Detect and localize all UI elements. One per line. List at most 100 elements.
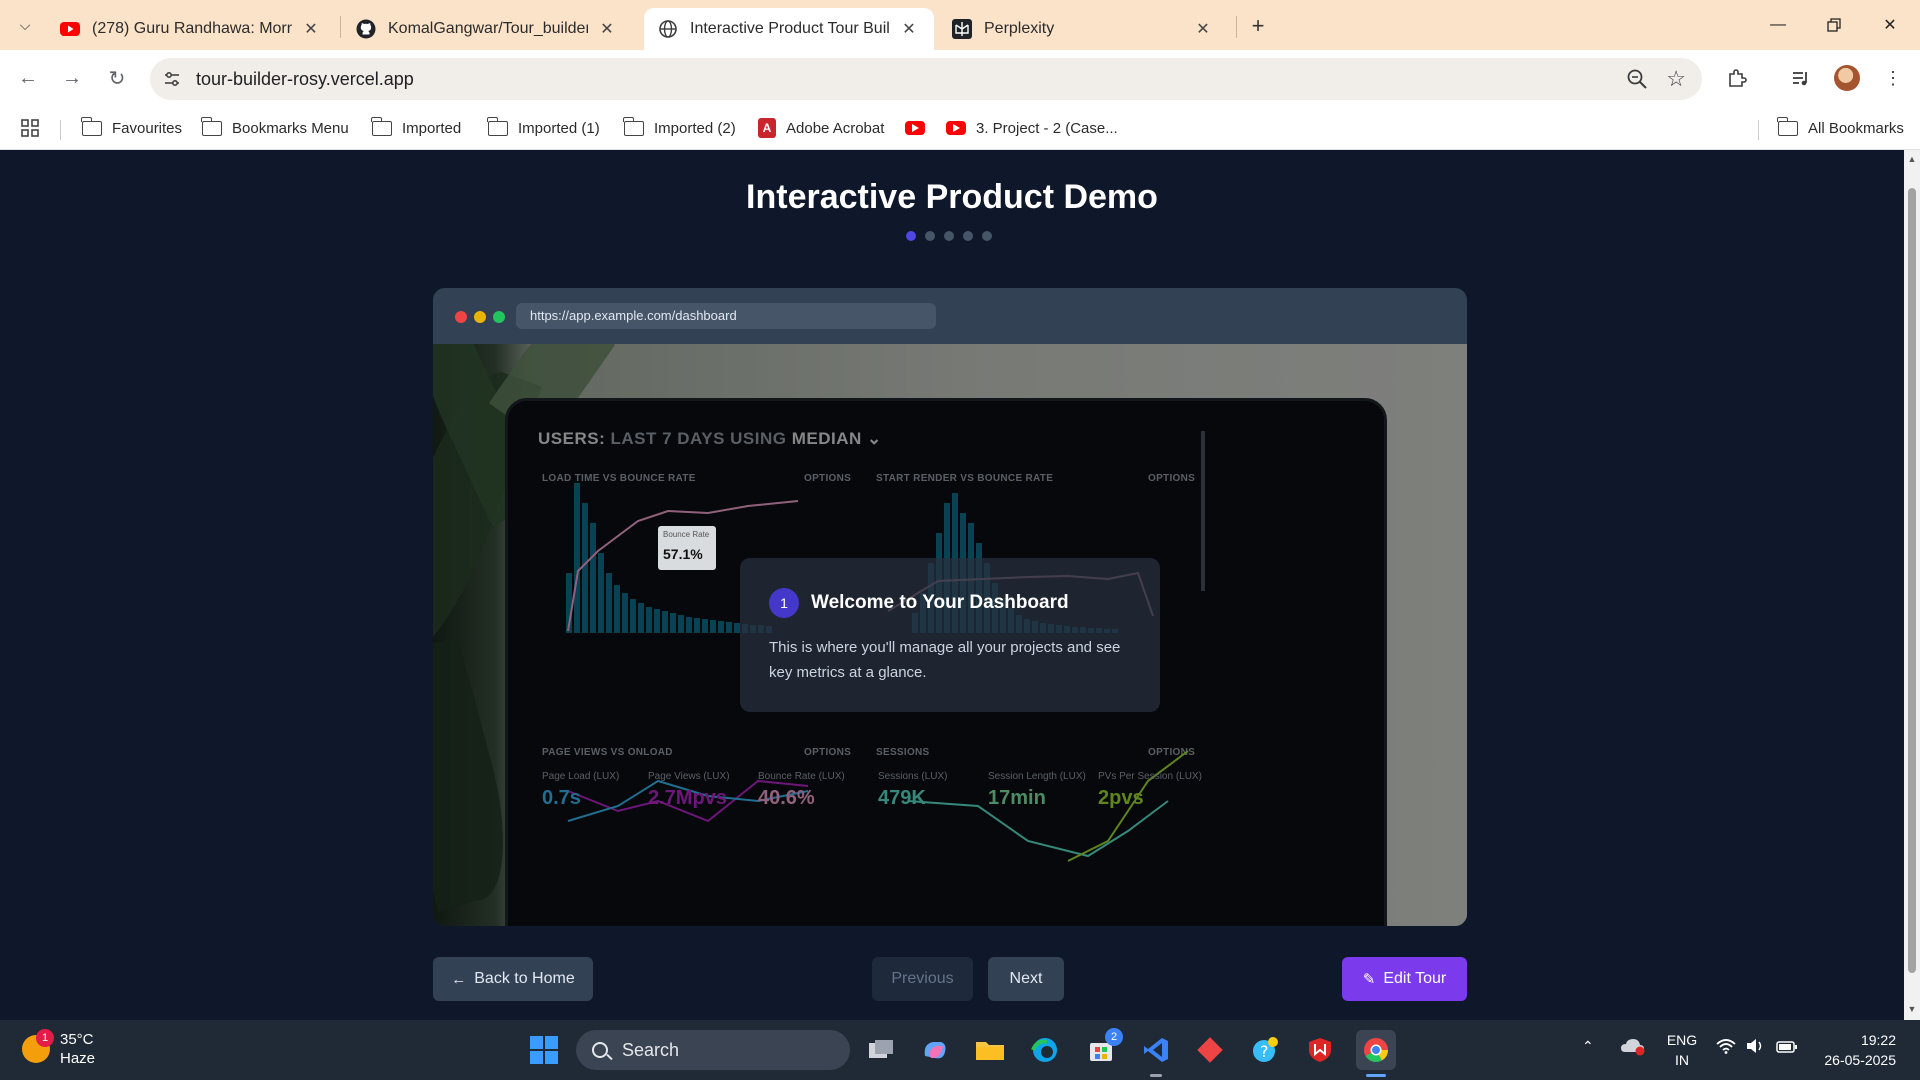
scroll-up-arrow[interactable]: ▲ (1907, 154, 1917, 164)
media-controls-button[interactable] (1786, 63, 1816, 93)
tab-youtube[interactable]: (278) Guru Randhawa: Morni Ba ✕ (46, 8, 336, 50)
step-title: Welcome to Your Dashboard (811, 592, 1069, 613)
bookmark-imported-1[interactable]: Imported (1) (487, 115, 600, 141)
store-button[interactable]: 2 (1081, 1028, 1123, 1070)
volume-button[interactable] (1746, 1038, 1764, 1057)
previous-button[interactable]: Previous (872, 957, 973, 1001)
site-info-icon[interactable] (162, 69, 182, 89)
bookmark-label: All Bookmarks (1808, 119, 1904, 137)
show-hidden-icons[interactable]: ⌃ (1582, 1038, 1594, 1055)
profile-avatar[interactable] (1834, 65, 1860, 91)
bookmark-bookmarks-menu[interactable]: Bookmarks Menu (201, 115, 349, 141)
file-explorer-button[interactable] (970, 1030, 1010, 1070)
media-queue-icon (1793, 72, 1807, 86)
folder-icon (487, 116, 508, 136)
all-bookmarks-button[interactable]: All Bookmarks (1777, 115, 1904, 141)
scroll-down-arrow[interactable]: ▼ (1907, 1004, 1917, 1014)
youtube-icon (905, 121, 925, 135)
close-icon[interactable]: ✕ (300, 18, 322, 40)
vscode-button[interactable] (1136, 1030, 1176, 1070)
onedrive-button[interactable] (1620, 1036, 1646, 1059)
lang-code: ENG (1666, 1032, 1698, 1048)
system-clock[interactable]: 19:22 26-05-2025 (1816, 1030, 1896, 1070)
button-label: Edit Tour (1383, 970, 1447, 987)
tab-search-button[interactable]: ⌵ (10, 10, 40, 40)
weather-temp: 35°C (60, 1031, 94, 1048)
search-placeholder: Search (622, 1039, 680, 1060)
bookmark-adobe-acrobat[interactable]: A Adobe Acrobat (758, 115, 884, 141)
apps-button[interactable] (20, 115, 40, 141)
mcafee-button[interactable] (1300, 1030, 1340, 1070)
copilot-button[interactable] (915, 1030, 955, 1070)
vscode-icon (1144, 1038, 1168, 1062)
new-tab-button[interactable]: + (1244, 12, 1272, 40)
bookmark-project-2[interactable]: 3. Project - 2 (Case... (946, 115, 1118, 141)
window-maximize-dot (493, 311, 505, 323)
windows-icon (530, 1036, 558, 1064)
demo-url-bar: https://app.example.com/dashboard (516, 303, 936, 329)
step-dot-2[interactable] (925, 231, 935, 241)
restore-button[interactable] (1816, 10, 1852, 40)
plus-icon: + (1251, 13, 1265, 38)
speaker-icon (1747, 1039, 1762, 1053)
bookmark-label: Imported (402, 119, 462, 137)
tab-github[interactable]: KomalGangwar/Tour_builder ✕ (342, 8, 632, 50)
youtube-icon (946, 121, 966, 135)
step-dot-4[interactable] (963, 231, 973, 241)
close-icon[interactable]: ✕ (1192, 18, 1214, 40)
demo-browser-frame: https://app.example.com/dashboard USERS:… (433, 288, 1467, 926)
step-dot-1[interactable] (906, 231, 916, 241)
step-dot-3[interactable] (944, 231, 954, 241)
weather-widget[interactable]: 1 35°C Haze (22, 1029, 95, 1068)
globe-icon (658, 19, 678, 39)
tooltip-label: Bounce Rate (663, 530, 710, 539)
help-button[interactable]: ? (1245, 1030, 1285, 1070)
git-button[interactable] (1190, 1030, 1230, 1070)
tab-tour-builder[interactable]: Interactive Product Tour Builder ✕ (644, 8, 934, 50)
close-window-button[interactable]: ✕ (1872, 10, 1908, 40)
bookmark-imported[interactable]: Imported (371, 115, 462, 141)
perplexity-icon (952, 19, 972, 39)
minimize-button[interactable]: — (1760, 10, 1796, 40)
language-indicator[interactable]: ENG IN (1664, 1030, 1700, 1070)
task-view-button[interactable] (861, 1030, 901, 1070)
wifi-icon (1716, 1039, 1736, 1054)
chrome-button[interactable] (1356, 1030, 1396, 1070)
taskbar-search[interactable]: Search (576, 1030, 850, 1070)
bookmark-favourites[interactable]: Favourites (81, 115, 182, 141)
tab-title: KomalGangwar/Tour_builder (388, 20, 588, 37)
close-icon[interactable]: ✕ (898, 18, 920, 40)
chart-tooltip: Bounce Rate 57.1% (658, 526, 716, 570)
start-button[interactable] (524, 1030, 564, 1070)
page-scrollbar[interactable]: ▲ ▼ (1904, 150, 1920, 1020)
extensions-button[interactable] (1722, 63, 1752, 93)
edit-tour-button[interactable]: ✎ Edit Tour (1342, 957, 1467, 1001)
folder-icon (1777, 116, 1798, 136)
youtube-icon (60, 19, 80, 39)
search-icon (592, 1042, 608, 1058)
zoom-icon[interactable] (1626, 68, 1648, 90)
bookmark-star-icon[interactable]: ☆ (1666, 66, 1686, 92)
windows-taskbar: 1 35°C Haze Search 2 ? ⌃ ENG IN 19:22 26… (0, 1020, 1920, 1080)
back-to-home-button[interactable]: ← Back to Home (433, 957, 593, 1001)
step-dot-5[interactable] (982, 231, 992, 241)
scroll-thumb[interactable] (1908, 188, 1916, 973)
address-bar[interactable]: tour-builder-rosy.vercel.app ☆ (150, 58, 1702, 100)
url-text[interactable]: tour-builder-rosy.vercel.app (196, 69, 414, 90)
battery-button[interactable] (1776, 1040, 1798, 1056)
page-title: Interactive Product Demo (746, 178, 1158, 216)
back-button[interactable]: ← (12, 62, 44, 94)
next-button[interactable]: Next (988, 957, 1064, 1001)
bookmark-youtube[interactable] (905, 115, 935, 141)
bookmark-imported-2[interactable]: Imported (2) (623, 115, 736, 141)
apps-grid-icon (21, 119, 39, 137)
reload-button[interactable]: ↻ (101, 62, 133, 94)
close-icon[interactable]: ✕ (596, 18, 618, 40)
window-minimize-dot (474, 311, 486, 323)
tab-perplexity[interactable]: Perplexity ✕ (938, 8, 1228, 50)
edge-button[interactable] (1025, 1030, 1065, 1070)
forward-button[interactable]: → (56, 62, 88, 94)
folder-icon (201, 116, 222, 136)
menu-button[interactable]: ⋮ (1878, 63, 1908, 93)
network-button[interactable] (1716, 1038, 1736, 1057)
